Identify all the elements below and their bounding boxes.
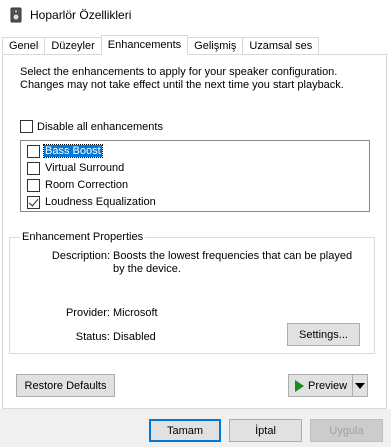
list-item-room-correction[interactable]: Room Correction [27, 177, 129, 193]
disable-all-row[interactable]: Disable all enhancements [20, 120, 163, 133]
enhancements-list[interactable]: Bass Boost Virtual Surround Room Correct… [20, 140, 370, 212]
tab-strip: Genel Düzeyler Enhancements Gelişmiş Uza… [2, 35, 320, 55]
preview-label: Preview [308, 379, 348, 392]
play-icon [295, 379, 304, 392]
preview-split-button[interactable]: Preview [288, 374, 368, 397]
tab-advanced[interactable]: Gelişmiş [187, 37, 244, 55]
list-item-virtual-surround[interactable]: Virtual Surround [27, 160, 125, 176]
status-value: Disabled [113, 331, 156, 343]
description-label: Description: [51, 250, 110, 262]
loudness-equalization-label: Loudness Equalization [45, 196, 156, 208]
restore-defaults-button[interactable]: Restore Defaults [16, 374, 115, 397]
room-correction-label: Room Correction [45, 179, 129, 191]
description-value: Boosts the lowest frequencies that can b… [113, 250, 353, 275]
preview-dropdown-button[interactable] [352, 375, 367, 396]
tab-enhancements[interactable]: Enhancements [100, 35, 189, 55]
apply-button[interactable]: Uygula [310, 419, 383, 442]
provider-value: Microsoft [113, 307, 158, 319]
tab-levels[interactable]: Düzeyler [44, 37, 102, 55]
enhancement-properties-legend: Enhancement Properties [20, 231, 146, 243]
loudness-equalization-checkbox[interactable] [27, 195, 40, 209]
disable-all-label: Disable all enhancements [37, 120, 163, 133]
bass-boost-label: Bass Boost [43, 144, 103, 158]
speaker-icon [10, 7, 22, 23]
tab-general[interactable]: Genel [2, 37, 46, 55]
bass-boost-checkbox[interactable] [27, 144, 40, 158]
list-item-bass-boost[interactable]: Bass Boost [27, 143, 103, 159]
provider-label: Provider: [65, 307, 110, 319]
status-label: Status: [75, 331, 110, 343]
ok-button[interactable]: Tamam [149, 419, 221, 442]
intro-text: Select the enhancements to apply for you… [20, 66, 344, 91]
disable-all-checkbox[interactable] [20, 120, 33, 133]
chevron-down-icon [355, 382, 365, 389]
title-bar: Hoparlör Özellikleri [0, 0, 391, 30]
tab-spatial-sound[interactable]: Uzamsal ses [242, 37, 320, 55]
settings-button[interactable]: Settings... [287, 323, 360, 346]
cancel-button[interactable]: İptal [229, 419, 302, 442]
list-item-loudness-equalization[interactable]: Loudness Equalization [27, 194, 157, 210]
virtual-surround-label: Virtual Surround [45, 162, 125, 174]
virtual-surround-checkbox[interactable] [27, 161, 40, 175]
window-title: Hoparlör Özellikleri [30, 8, 132, 22]
room-correction-checkbox[interactable] [27, 178, 40, 192]
